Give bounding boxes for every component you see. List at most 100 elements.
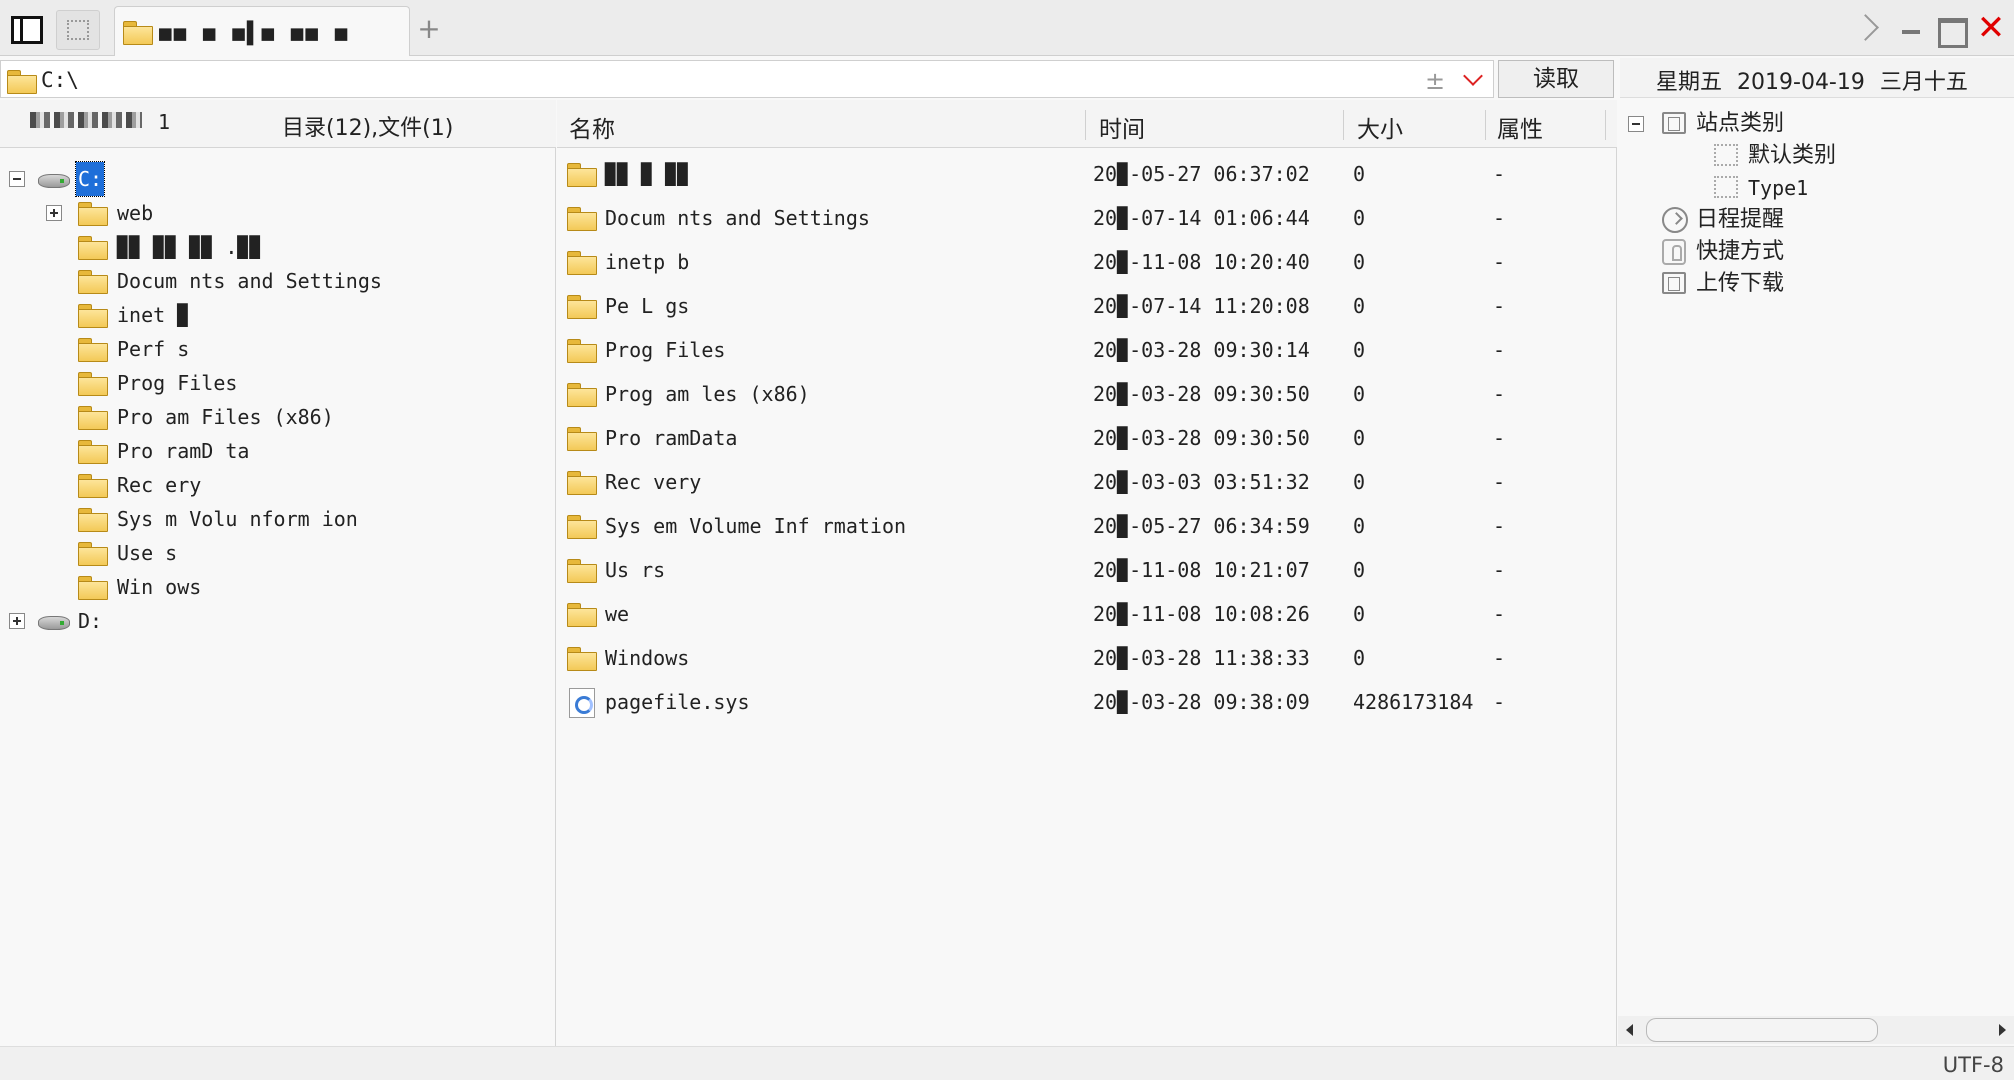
file-time: 20▉-03-28 09:38:09 <box>1093 690 1310 714</box>
file-row[interactable]: Sys em Volume Inf rmation 20▉-05-27 06:3… <box>557 504 1617 548</box>
expand-icon[interactable] <box>9 613 25 629</box>
file-row[interactable]: Pe L gs 20▉-07-14 11:20:08 0 - <box>557 284 1617 328</box>
tree-header: 1 目录(12),文件(1) <box>0 100 556 148</box>
tree-item-label: inet ▉ <box>117 303 190 327</box>
bookmark-add-icon[interactable]: ± <box>1425 67 1445 95</box>
tree-item-label: Docum nts and Settings <box>117 269 382 293</box>
site-tree-label: 默认类别 <box>1748 143 1837 168</box>
tree-item-folder[interactable]: Pro am Files (x86) <box>0 400 556 434</box>
site-tree-item-type1[interactable]: Type1 <box>1628 172 2008 204</box>
file-size: 0 <box>1353 426 1366 450</box>
encoding-label[interactable]: UTF-8 <box>1943 1053 2004 1077</box>
read-button[interactable]: 读取 <box>1498 60 1614 98</box>
column-header-name[interactable]: 名称 <box>569 110 615 144</box>
file-size: 0 <box>1353 382 1366 406</box>
file-row[interactable]: Prog Files 20▉-03-28 09:30:14 0 - <box>557 328 1617 372</box>
tree-item-drive-d[interactable]: D: <box>0 604 556 638</box>
tree-item-folder[interactable]: Perf s <box>0 332 556 366</box>
column-header-time[interactable]: 时间 <box>1099 110 1145 144</box>
column-header-attr[interactable]: 属性 <box>1497 110 1543 144</box>
site-tree-item-default[interactable]: 默认类别 <box>1628 140 2008 172</box>
file-row[interactable]: ▉▉ ▉ ▉▉ 20▉-05-27 06:37:02 0 - <box>557 152 1617 196</box>
sidebar-toggle-button[interactable] <box>4 10 48 50</box>
collapse-icon[interactable] <box>1628 116 1644 132</box>
column-divider[interactable] <box>1485 110 1486 140</box>
tree-item-drive-c[interactable]: C: <box>0 161 556 197</box>
chevron-down-icon[interactable] <box>1463 69 1481 87</box>
folder-icon <box>567 471 597 495</box>
column-divider[interactable] <box>1343 110 1344 140</box>
category-icon <box>1714 176 1738 198</box>
file-time: 20▉-03-28 11:38:33 <box>1093 646 1310 670</box>
file-attr: - <box>1493 250 1506 274</box>
file-row[interactable]: inetp b 20▉-11-08 10:20:40 0 - <box>557 240 1617 284</box>
file-time: 20▉-03-28 09:30:14 <box>1093 338 1310 362</box>
column-header-size[interactable]: 大小 <box>1357 110 1403 144</box>
tree-item-folder[interactable]: Win ows <box>0 570 556 604</box>
title-bar: ■■ ■ ■▌■ ■■ ■ + ✕ <box>0 0 2014 56</box>
new-tab-button[interactable]: + <box>414 14 444 44</box>
folder-icon <box>567 339 597 363</box>
folder-icon <box>78 542 108 566</box>
folder-icon <box>78 474 108 498</box>
file-list-header: 名称 时间 大小 属性 <box>557 100 1617 148</box>
file-name: Pro ramData <box>605 426 738 450</box>
file-attr: - <box>1493 382 1506 406</box>
file-name: Rec very <box>605 470 702 494</box>
site-tree-label: 快捷方式 <box>1696 239 1785 264</box>
file-time: 20▉-11-08 10:21:07 <box>1093 558 1310 582</box>
site-tree-label: 日程提醒 <box>1696 207 1785 232</box>
tree-item-folder[interactable]: inet ▉ <box>0 298 556 332</box>
file-attr: - <box>1493 470 1506 494</box>
file-size: 0 <box>1353 338 1366 362</box>
scroll-left-icon[interactable] <box>1626 1024 1633 1036</box>
tree-item-label: Use s <box>117 541 178 565</box>
file-row[interactable]: we 20▉-11-08 10:08:26 0 - <box>557 592 1617 636</box>
scroll-right-icon[interactable] <box>1999 1024 2006 1036</box>
minimize-button[interactable] <box>1896 14 1926 44</box>
maximize-button[interactable] <box>1934 14 1968 48</box>
scrollbar-thumb[interactable] <box>1646 1018 1878 1042</box>
file-row[interactable]: Rec very 20▉-03-03 03:51:32 0 - <box>557 460 1617 504</box>
site-tree-label: 上传下载 <box>1696 271 1785 296</box>
new-window-button[interactable] <box>56 10 100 50</box>
site-tree-item-schedule[interactable]: 日程提醒 <box>1628 204 2008 236</box>
file-row[interactable]: Docum nts and Settings 20▉-07-14 01:06:4… <box>557 196 1617 240</box>
address-input[interactable] <box>41 66 1421 94</box>
tree-item-folder[interactable]: Rec ery <box>0 468 556 502</box>
close-button[interactable]: ✕ <box>1974 10 2008 46</box>
folder-icon <box>78 440 108 464</box>
tree-item-folder[interactable]: web <box>0 196 556 230</box>
tree-item-folder[interactable]: Docum nts and Settings <box>0 264 556 298</box>
folder-icon <box>567 383 597 407</box>
collapse-icon[interactable] <box>9 171 25 187</box>
file-row[interactable]: Windows 20▉-03-28 11:38:33 0 - <box>557 636 1617 680</box>
file-attr: - <box>1493 426 1506 450</box>
tree-item-folder[interactable]: ▉▉ ▉▉ ▉▉ .▉▉ <box>0 230 556 264</box>
horizontal-scrollbar[interactable] <box>1618 1016 2014 1044</box>
weekday: 星期五 <box>1656 70 1723 95</box>
tree-item-folder[interactable]: Sys m Volu nform ion <box>0 502 556 536</box>
file-size: 0 <box>1353 294 1366 318</box>
column-divider[interactable] <box>1605 110 1606 140</box>
tree-item-folder[interactable]: Use s <box>0 536 556 570</box>
file-row[interactable]: Us rs 20▉-11-08 10:21:07 0 - <box>557 548 1617 592</box>
status-bar: UTF-8 <box>0 1046 2014 1080</box>
tree-item-label: C: <box>74 161 106 197</box>
redacted-text <box>30 112 142 128</box>
file-row[interactable]: Prog am les (x86) 20▉-03-28 09:30:50 0 - <box>557 372 1617 416</box>
site-tree-item-shortcuts[interactable]: 快捷方式 <box>1628 236 2008 268</box>
category-icon <box>1662 112 1686 134</box>
tree-header-suffix: 1 <box>158 110 171 134</box>
expand-icon[interactable] <box>46 205 62 221</box>
site-tree-item-transfer[interactable]: 上传下载 <box>1628 268 2008 300</box>
tab-active[interactable]: ■■ ■ ■▌■ ■■ ■ <box>114 6 410 56</box>
chevron-right-icon[interactable] <box>1852 12 1880 46</box>
tree-item-label: web <box>117 201 154 225</box>
column-divider[interactable] <box>1085 110 1086 140</box>
tree-item-folder[interactable]: Prog Files <box>0 366 556 400</box>
tree-item-folder[interactable]: Pro ramD ta <box>0 434 556 468</box>
site-tree-root[interactable]: 站点类别 <box>1628 108 2008 140</box>
file-row[interactable]: Pro ramData 20▉-03-28 09:30:50 0 - <box>557 416 1617 460</box>
file-row[interactable]: pagefile.sys 20▉-03-28 09:38:09 42861731… <box>557 680 1617 724</box>
